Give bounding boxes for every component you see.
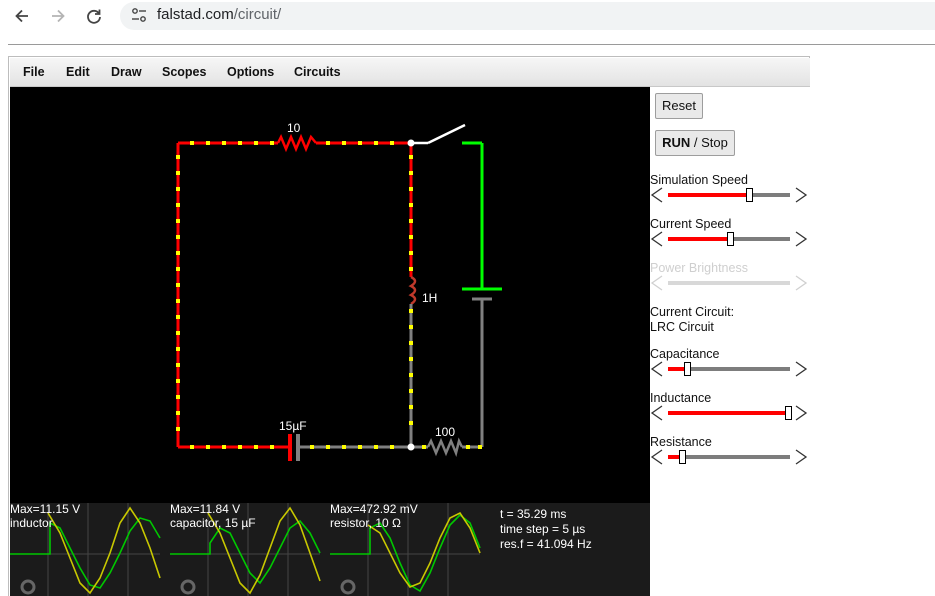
slider-track [668, 188, 790, 202]
menu-circuits[interactable]: Circuits [294, 65, 341, 79]
slider-track [668, 406, 792, 420]
stop-label: / Stop [690, 135, 728, 150]
resistor-top-label: 10 [287, 121, 301, 135]
inductor-label: 1H [422, 291, 438, 305]
control-panel: Reset RUN / Stop Simulation Speed Curren… [650, 87, 810, 596]
slider-thumb[interactable] [746, 188, 753, 202]
menu-options[interactable]: Options [227, 65, 274, 79]
scope-area[interactable]: Max=11.15 V inductor Max=11.84 V capacit… [10, 502, 650, 596]
slider-track [668, 362, 790, 376]
slider-thumb[interactable] [684, 362, 691, 376]
node-bottom-right [407, 443, 415, 451]
slider-left-arrow-icon [650, 275, 663, 291]
forward-arrow-icon[interactable] [47, 5, 69, 27]
slider-thumb[interactable] [785, 406, 792, 420]
node-top-right [407, 139, 415, 147]
site-settings-icon[interactable] [130, 5, 148, 25]
inductance-label: Inductance [650, 391, 712, 405]
current-speed-label: Current Speed [650, 217, 732, 231]
slider-right-arrow-icon[interactable] [794, 405, 808, 421]
slider-left-arrow-icon[interactable] [650, 449, 664, 465]
power-brightness-slider [650, 275, 810, 291]
url-path: /circuit/ [233, 6, 282, 23]
slider-left-arrow-icon[interactable] [650, 405, 664, 421]
current-speed-slider[interactable] [650, 231, 810, 247]
slider-track [668, 450, 790, 464]
scope-3-name: resistor, 10 Ω [330, 516, 401, 530]
back-arrow-icon[interactable] [11, 5, 33, 27]
scope-1-name: inductor [10, 516, 53, 530]
switch-blade [427, 123, 466, 145]
scope-1-max: Max=11.15 V [10, 502, 81, 516]
slider-thumb[interactable] [679, 450, 686, 464]
run-stop-button[interactable]: RUN / Stop [655, 130, 735, 156]
reload-icon[interactable] [83, 5, 105, 27]
current-circuit-label: Current Circuit: [650, 305, 735, 319]
slider-right-arrow-icon[interactable] [794, 187, 808, 203]
menu-file[interactable]: File [23, 65, 45, 79]
browser-toolbar: falstad.com/circuit/ [0, 0, 935, 34]
resistance-label: Resistance [650, 435, 712, 449]
slider-left-arrow-icon[interactable] [650, 361, 664, 377]
power-brightness-label: Power Brightness [650, 261, 748, 275]
capacitance-label: Capacitance [650, 347, 720, 361]
resistor-100-symbol [426, 437, 464, 457]
scope-settings-icons [20, 579, 356, 595]
url-host: falstad.com [157, 6, 234, 23]
menu-bar: File Edit Draw Scopes Options Circuits [10, 58, 810, 87]
sim-timestep: time step = 5 µs [500, 522, 586, 536]
resistance-slider[interactable] [650, 449, 810, 465]
scope-2-max: Max=11.84 V [170, 502, 241, 516]
slider-fill [668, 193, 748, 197]
slider-track [668, 281, 790, 285]
slider-left-arrow-icon[interactable] [650, 187, 664, 203]
current-circuit-name: LRC Circuit [650, 320, 714, 334]
menu-edit[interactable]: Edit [66, 65, 90, 79]
circuit-schematic[interactable] [10, 87, 650, 503]
slider-right-arrow-icon[interactable] [794, 449, 808, 465]
inductance-slider[interactable] [650, 405, 810, 421]
inductor-symbol [408, 275, 417, 306]
slider-thumb[interactable] [727, 232, 734, 246]
page-divider [8, 44, 935, 45]
scope-3-max: Max=472.92 mV [330, 502, 418, 516]
capacitor-label: 15µF [279, 419, 307, 433]
slider-fill [668, 411, 787, 415]
run-label: RUN [662, 135, 691, 150]
slider-right-arrow-icon[interactable] [794, 231, 808, 247]
capacitance-slider[interactable] [650, 361, 810, 377]
simulation-speed-slider[interactable] [650, 187, 810, 203]
sim-time: t = 35.29 ms [500, 507, 567, 521]
slider-track [668, 232, 790, 246]
scope-2-name: capacitor, 15 µF [170, 516, 256, 530]
slider-fill [668, 237, 729, 241]
sim-resonant-frequency: res.f = 41.094 Hz [500, 537, 592, 551]
menu-draw[interactable]: Draw [111, 65, 142, 79]
simulation-speed-label: Simulation Speed [650, 173, 748, 187]
slider-right-arrow-icon[interactable] [794, 361, 808, 377]
slider-right-arrow-icon [795, 275, 808, 291]
resistor-10-symbol [276, 133, 317, 153]
reset-button[interactable]: Reset [655, 93, 703, 119]
url-text[interactable]: falstad.com/circuit/ [157, 5, 281, 25]
slider-left-arrow-icon[interactable] [650, 231, 664, 247]
resistor-bottom-label: 100 [435, 425, 456, 439]
menu-scopes[interactable]: Scopes [162, 65, 206, 79]
